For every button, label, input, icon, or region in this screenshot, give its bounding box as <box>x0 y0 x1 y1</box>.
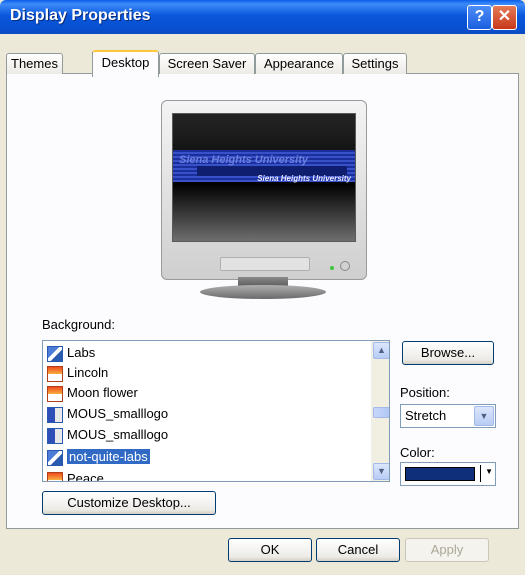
picture-icon <box>47 385 63 402</box>
list-scrollbar[interactable]: ▲ ▼ <box>371 341 389 481</box>
browse-button[interactable]: Browse... <box>402 341 494 365</box>
position-dropdown-button[interactable]: ▼ <box>474 406 494 426</box>
monitor-bezel-slot <box>220 257 310 271</box>
list-item[interactable]: MOUS_smalllogo <box>47 404 168 423</box>
apply-button[interactable]: Apply <box>405 538 489 562</box>
monitor-stand-base <box>200 285 326 299</box>
chevron-down-icon: ▼ <box>377 466 386 476</box>
background-label: Background: <box>42 317 115 332</box>
customize-desktop-button[interactable]: Customize Desktop... <box>42 491 216 515</box>
shortcut-icon <box>47 449 63 466</box>
close-icon: ✕ <box>497 8 512 25</box>
position-label: Position: <box>400 385 450 400</box>
window-title: Display Properties <box>10 7 151 24</box>
color-picker-divider <box>480 465 481 482</box>
list-item[interactable]: Moon flower <box>47 383 138 402</box>
display-properties-window: Display Properties ? ✕ Themes Desktop Sc… <box>0 0 525 575</box>
list-item[interactable]: Labs <box>47 343 95 362</box>
scroll-down-button[interactable]: ▼ <box>373 463 389 480</box>
bitmap-icon <box>47 406 63 423</box>
chevron-down-icon: ▼ <box>485 467 493 476</box>
chevron-down-icon: ▼ <box>479 411 489 421</box>
monitor-preview: Siena Heights University Siena Heights U… <box>161 100 367 280</box>
tab-themes[interactable]: Themes <box>6 53 63 74</box>
color-swatch <box>405 467 475 481</box>
bitmap-icon <box>47 427 63 444</box>
tab-screen-saver[interactable]: Screen Saver <box>159 53 255 74</box>
help-icon: ? <box>474 8 485 25</box>
position-select[interactable]: Stretch ▼ <box>400 404 496 428</box>
picture-icon <box>47 471 63 481</box>
scroll-up-button[interactable]: ▲ <box>373 342 389 359</box>
background-list[interactable]: Labs Lincoln Moon flower MOUS_smalllogo … <box>42 340 390 482</box>
ok-button[interactable]: OK <box>228 538 312 562</box>
list-item-selected[interactable]: not-quite-labs <box>47 447 150 466</box>
list-item[interactable]: MOUS_smalllogo <box>47 425 168 444</box>
wallpaper-title-small: Siena Heights University <box>257 174 351 183</box>
wallpaper-preview: Siena Heights University Siena Heights U… <box>172 113 356 242</box>
chevron-up-icon: ▲ <box>377 345 386 355</box>
tab-desktop[interactable]: Desktop <box>92 50 159 77</box>
tab-appearance[interactable]: Appearance <box>255 53 343 74</box>
wallpaper-title-large: Siena Heights University <box>179 154 308 166</box>
shortcut-icon <box>47 345 63 362</box>
power-led-icon <box>330 266 334 270</box>
cancel-button[interactable]: Cancel <box>316 538 400 562</box>
close-button[interactable]: ✕ <box>492 5 517 30</box>
color-picker[interactable]: ▼ <box>400 462 496 486</box>
position-value: Stretch <box>405 408 447 423</box>
power-button-icon <box>340 261 350 271</box>
picture-icon <box>47 365 63 382</box>
tab-settings[interactable]: Settings <box>343 53 407 74</box>
scroll-thumb[interactable] <box>373 407 389 418</box>
title-bar[interactable]: Display Properties ? ✕ <box>0 0 525 34</box>
help-button[interactable]: ? <box>467 5 492 30</box>
color-label: Color: <box>400 445 435 460</box>
list-item[interactable]: Lincoln <box>47 363 108 382</box>
list-item[interactable]: Peace <box>47 469 104 481</box>
